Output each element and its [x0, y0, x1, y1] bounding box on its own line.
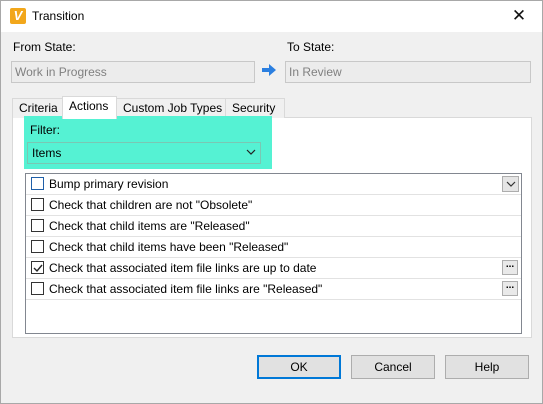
title-bar: V Transition ✕	[1, 1, 542, 32]
tab-criteria[interactable]: Criteria	[12, 98, 63, 118]
action-row-children-not-obsolete[interactable]: Check that children are not "Obsolete"	[26, 195, 521, 216]
action-row-bump-primary-revision[interactable]: Bump primary revision	[26, 174, 521, 195]
filter-selected-value: Items	[32, 146, 62, 160]
action-row-file-links-released[interactable]: Check that associated item file links ar…	[26, 279, 521, 300]
arrow-right-icon	[262, 64, 276, 76]
window-title: Transition	[32, 9, 85, 23]
chevron-down-icon	[246, 149, 256, 155]
tab-actions[interactable]: Actions	[62, 96, 117, 119]
action-row-child-items-released[interactable]: Check that child items are "Released"	[26, 216, 521, 237]
checkbox[interactable]	[31, 282, 44, 295]
filter-label: Filter:	[30, 123, 60, 137]
action-label: Check that children are not "Obsolete"	[49, 198, 253, 212]
close-icon: ✕	[511, 6, 527, 25]
action-label: Check that child items are "Released"	[49, 219, 250, 233]
row-dropdown-button[interactable]	[502, 176, 519, 192]
to-state-label: To State:	[287, 40, 335, 54]
checkbox[interactable]	[31, 261, 44, 274]
from-state-label: From State:	[13, 40, 76, 54]
action-label: Check that child items have been "Releas…	[49, 240, 289, 254]
actions-list: Bump primary revision Check that childre…	[25, 173, 522, 334]
action-label: Check that associated item file links ar…	[49, 261, 317, 275]
cancel-button[interactable]: Cancel	[351, 355, 435, 379]
checkbox[interactable]	[31, 219, 44, 232]
from-state-field: Work in Progress	[11, 61, 255, 83]
checkbox[interactable]	[31, 198, 44, 211]
checkbox[interactable]	[31, 177, 44, 190]
action-label: Bump primary revision	[49, 177, 169, 191]
action-label: Check that associated item file links ar…	[49, 282, 323, 296]
ellipsis-button[interactable]: ...	[502, 281, 518, 296]
tab-security[interactable]: Security	[225, 98, 285, 118]
ok-button[interactable]: OK	[257, 355, 341, 379]
action-row-file-links-up-to-date[interactable]: Check that associated item file links ar…	[26, 258, 521, 279]
action-row-child-items-have-been-released[interactable]: Check that child items have been "Releas…	[26, 237, 521, 258]
to-state-field: In Review	[285, 61, 531, 83]
transition-dialog: V Transition ✕ From State: Work in Progr…	[0, 0, 543, 404]
ellipsis-button[interactable]: ...	[502, 260, 518, 275]
help-button[interactable]: Help	[445, 355, 529, 379]
tab-custom-job-types[interactable]: Custom Job Types	[116, 98, 226, 118]
checkmark-icon	[33, 264, 43, 273]
close-button[interactable]: ✕	[496, 1, 542, 32]
filter-dropdown[interactable]: Items	[27, 142, 261, 164]
vault-app-icon: V	[10, 8, 26, 24]
chevron-down-icon	[506, 181, 516, 187]
checkbox[interactable]	[31, 240, 44, 253]
